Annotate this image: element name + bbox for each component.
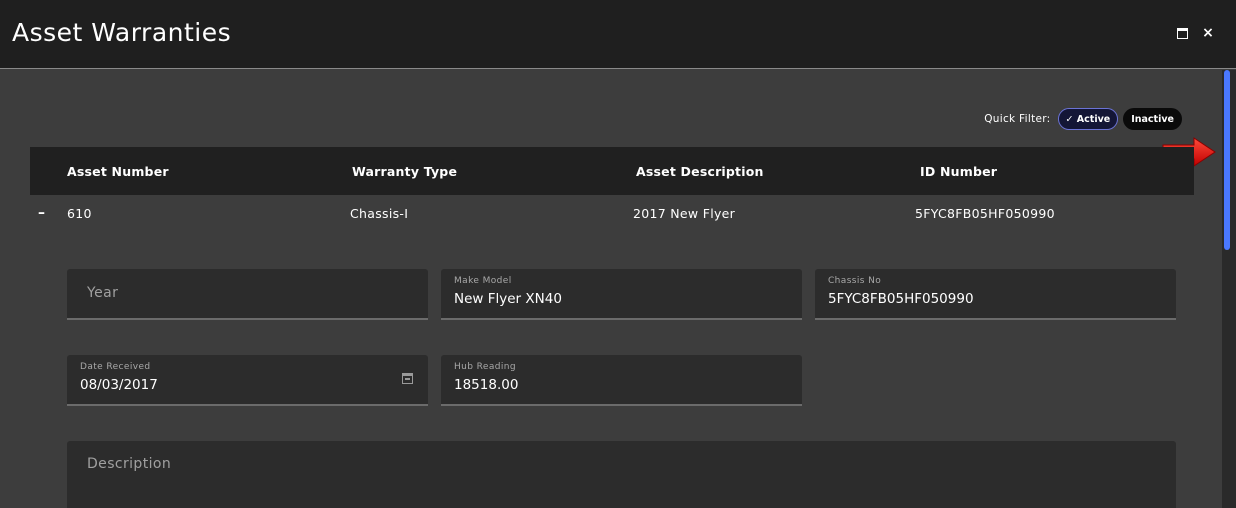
hub-reading-value: 18518.00 xyxy=(454,377,519,393)
cell-asset-description: 2017 New Flyer xyxy=(633,206,736,221)
column-header-warranty-type[interactable]: Warranty Type xyxy=(352,164,457,179)
calendar-icon[interactable] xyxy=(402,373,413,384)
grid-header: Asset Number Warranty Type Asset Descrip… xyxy=(30,147,1194,195)
table-row[interactable]: – 610 Chassis-I 2017 New Flyer 5FYC8FB05… xyxy=(30,195,1194,233)
make-model-field[interactable]: Make Model New Flyer XN40 xyxy=(441,269,802,320)
close-icon[interactable]: × xyxy=(1201,26,1215,40)
collapse-row-icon[interactable]: – xyxy=(38,205,48,221)
window-titlebar: Asset Warranties × xyxy=(0,0,1236,69)
chassis-no-field[interactable]: Chassis No 5FYC8FB05HF050990 xyxy=(815,269,1176,320)
cell-warranty-type: Chassis-I xyxy=(350,206,409,221)
year-field[interactable]: Year xyxy=(67,269,428,320)
description-placeholder: Description xyxy=(87,456,172,472)
date-received-label: Date Received xyxy=(80,362,151,372)
year-placeholder: Year xyxy=(87,285,119,301)
description-field[interactable]: Description xyxy=(67,441,1176,508)
window-title: Asset Warranties xyxy=(12,18,232,47)
date-received-value: 08/03/2017 xyxy=(80,377,158,393)
date-received-field[interactable]: Date Received 08/03/2017 xyxy=(67,355,428,406)
hub-reading-label: Hub Reading xyxy=(454,362,516,372)
make-model-label: Make Model xyxy=(454,276,512,286)
scrollbar-thumb[interactable] xyxy=(1224,70,1230,250)
column-header-id-number[interactable]: ID Number xyxy=(920,164,997,179)
chassis-no-label: Chassis No xyxy=(828,276,882,286)
column-header-asset-description[interactable]: Asset Description xyxy=(636,164,764,179)
filter-chip-inactive[interactable]: Inactive xyxy=(1123,108,1182,130)
quick-filter-label: Quick Filter: xyxy=(984,113,1051,125)
maximize-icon[interactable] xyxy=(1176,26,1190,40)
hub-reading-field[interactable]: Hub Reading 18518.00 xyxy=(441,355,802,406)
filter-chip-active[interactable]: ✓ Active xyxy=(1057,108,1119,130)
column-header-asset-number[interactable]: Asset Number xyxy=(67,164,169,179)
make-model-value: New Flyer XN40 xyxy=(454,291,562,307)
cell-id-number: 5FYC8FB05HF050990 xyxy=(915,206,1055,221)
quick-filter: Quick Filter: ✓ Active Inactive xyxy=(984,108,1182,130)
cell-asset-number: 610 xyxy=(67,206,92,221)
chassis-no-value: 5FYC8FB05HF050990 xyxy=(828,291,974,307)
